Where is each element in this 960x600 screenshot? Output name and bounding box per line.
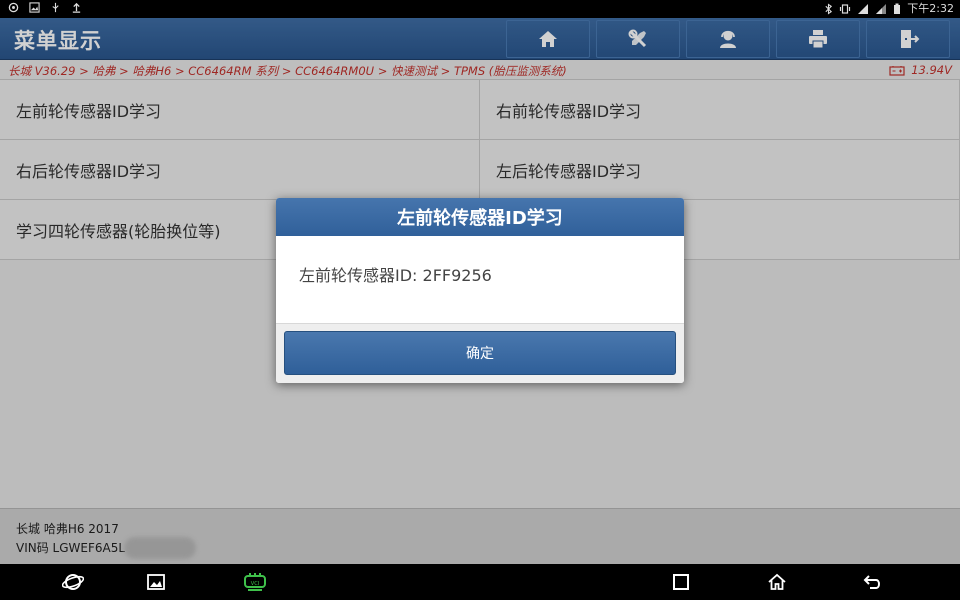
image-icon <box>29 2 40 13</box>
svg-text:VCI: VCI <box>251 581 259 587</box>
recent-apps-icon[interactable] <box>670 571 692 593</box>
gallery-icon[interactable] <box>145 571 167 593</box>
back-icon[interactable] <box>862 571 884 593</box>
upload-icon <box>72 2 81 13</box>
android-nav-bar: VCI <box>0 564 960 600</box>
ok-button[interactable]: 确定 <box>284 331 676 375</box>
dialog-message: 左前轮传感器ID: 2FF9256 <box>299 266 492 285</box>
signal-icon <box>876 4 887 14</box>
usb-icon <box>52 2 59 13</box>
vci-icon[interactable]: VCI <box>242 571 268 593</box>
dialog-footer: 确定 <box>276 323 684 383</box>
settings-icon <box>8 2 19 13</box>
status-bar: 下午2:32 <box>0 0 960 18</box>
bluetooth-icon <box>825 3 833 15</box>
wifi-icon <box>858 4 869 14</box>
status-time: 下午2:32 <box>907 2 954 15</box>
browser-icon[interactable] <box>62 571 84 593</box>
dialog-header: 左前轮传感器ID学习 <box>276 198 684 236</box>
home-nav-icon[interactable] <box>766 571 788 593</box>
battery-icon <box>894 3 901 14</box>
dialog-title: 左前轮传感器ID学习 <box>397 208 563 229</box>
ok-button-label: 确定 <box>466 346 494 362</box>
sensor-id-dialog: 左前轮传感器ID学习 左前轮传感器ID: 2FF9256 确定 <box>276 198 684 383</box>
vibrate-icon <box>840 4 851 14</box>
